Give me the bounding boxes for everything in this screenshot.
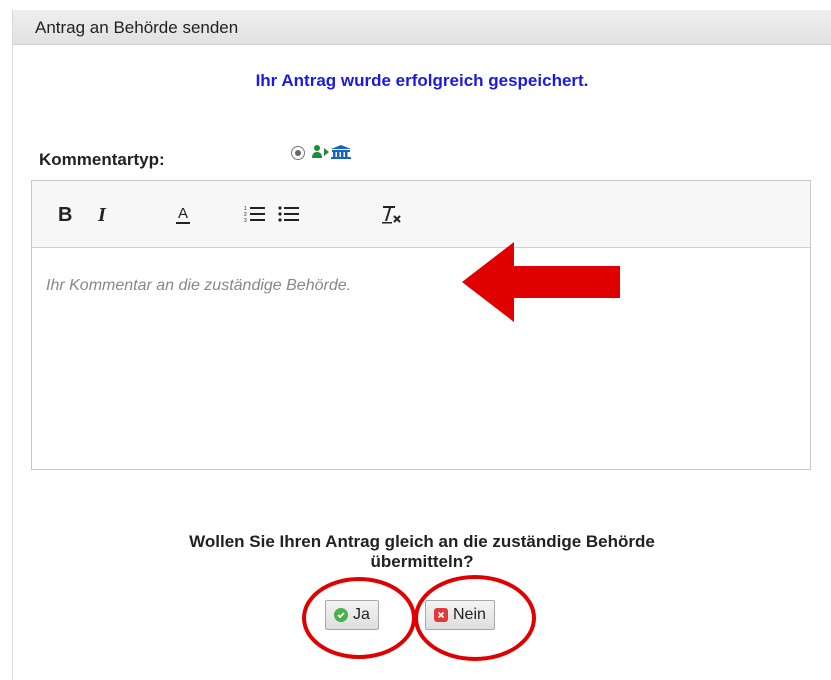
- citizen-to-authority-icon: [311, 144, 357, 165]
- red-arrow-annotation: [462, 242, 620, 322]
- numbered-list-icon[interactable]: 1 2 3: [244, 205, 266, 229]
- submit-question-line2: übermitteln?: [370, 552, 474, 571]
- success-message: Ihr Antrag wurde erfolgreich gespeichert…: [255, 71, 589, 90]
- bold-button[interactable]: B: [58, 204, 72, 227]
- clear-format-icon[interactable]: [381, 205, 403, 231]
- italic-button[interactable]: I: [98, 204, 106, 227]
- send-to-authority-dialog: Antrag an Behörde senden Ihr Antrag wurd…: [12, 10, 831, 680]
- editor-toolbar: B I A 1 2 3: [32, 181, 810, 248]
- text-color-button[interactable]: A: [176, 206, 191, 224]
- comment-type-label: Kommentartyp:: [39, 150, 165, 169]
- submit-question-line1: Wollen Sie Ihren Antrag gleich an die zu…: [189, 532, 655, 551]
- comment-placeholder: Ihr Kommentar an die zuständige Behörde.: [46, 277, 352, 294]
- no-button-highlight-circle: [414, 575, 536, 661]
- comment-type-radio[interactable]: [291, 146, 305, 160]
- comment-editor: B I A 1 2 3 Ihr Kommentar an die zuständ…: [31, 180, 811, 470]
- yes-button-highlight-circle: [302, 577, 416, 659]
- svg-text:3: 3: [244, 218, 247, 223]
- submit-question: Wollen Sie Ihren Antrag gleich an die zu…: [13, 532, 831, 572]
- comment-textarea[interactable]: Ihr Kommentar an die zuständige Behörde.: [32, 247, 810, 469]
- dialog-titlebar: Antrag an Behörde senden: [13, 10, 831, 45]
- dialog-title: Antrag an Behörde senden: [35, 18, 239, 37]
- bulleted-list-icon[interactable]: [278, 205, 300, 229]
